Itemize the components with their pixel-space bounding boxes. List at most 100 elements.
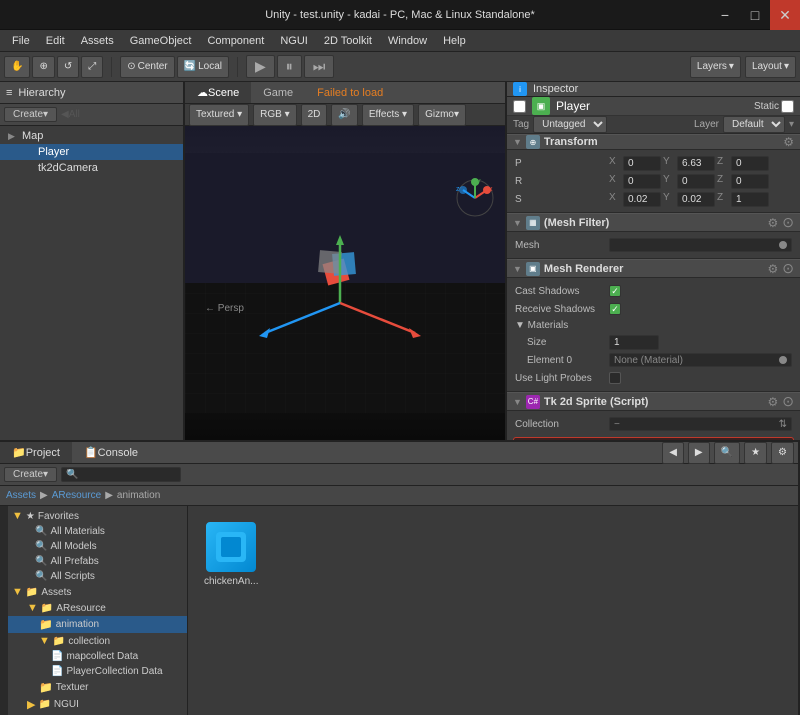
menu-edit[interactable]: Edit bbox=[38, 33, 73, 49]
meshrenderer-header[interactable]: ▼ ▣ Mesh Renderer ⚙ ⊙ bbox=[507, 259, 800, 278]
py-label: Y bbox=[663, 156, 675, 171]
local-icon: 🔄 bbox=[184, 61, 196, 72]
local-button[interactable]: 🔄 Local bbox=[177, 56, 229, 78]
mesh-value-field[interactable] bbox=[609, 238, 792, 252]
menu-ngui[interactable]: NGUI bbox=[272, 33, 316, 49]
project-nav-forward[interactable]: ▶ bbox=[688, 442, 710, 464]
textured-button[interactable]: Textured ▾ bbox=[189, 104, 249, 126]
position-xyz: X Y Z bbox=[609, 156, 792, 171]
gizmos-button[interactable]: Gizmo▾ bbox=[418, 104, 466, 126]
project-star-btn[interactable]: ★ bbox=[744, 442, 767, 464]
py-field[interactable] bbox=[677, 156, 715, 171]
ry-field[interactable] bbox=[677, 174, 715, 189]
scale-tool[interactable]: ⤢ bbox=[81, 56, 103, 78]
sz-field[interactable] bbox=[731, 192, 769, 207]
project-gear-btn[interactable]: ⚙ bbox=[771, 442, 794, 464]
favorites-folder[interactable]: ▼ ★ Favorites bbox=[8, 508, 187, 524]
textuer-folder[interactable]: 📁 Textuer bbox=[8, 679, 187, 696]
minimize-button[interactable]: − bbox=[710, 0, 740, 30]
castshadows-checkbox[interactable]: ✓ bbox=[609, 285, 621, 297]
menu-component[interactable]: Component bbox=[199, 33, 272, 49]
meshfilter-header[interactable]: ▼ ▦ (Mesh Filter) ⚙ ⊙ bbox=[507, 213, 800, 232]
layer-dropdown[interactable]: Default bbox=[723, 116, 785, 133]
element0-field[interactable]: None (Material) bbox=[609, 353, 792, 367]
rotate-tool[interactable]: ↺ bbox=[57, 56, 79, 78]
assets-folder[interactable]: ▼ 📁 Assets bbox=[8, 584, 187, 600]
playercollection-item[interactable]: 📄 PlayerCollection Data bbox=[8, 664, 187, 679]
static-checkbox[interactable] bbox=[781, 100, 794, 113]
vertical-resizer-bar[interactable] bbox=[0, 506, 8, 715]
2d-button[interactable]: 2D bbox=[301, 104, 328, 126]
playercollection-icon: 📄 bbox=[51, 666, 63, 677]
hierarchy-create-button[interactable]: Create▾ bbox=[4, 107, 57, 122]
step-button[interactable]: ⏭ bbox=[304, 55, 335, 78]
collection-folder[interactable]: ▼ 📁 collection bbox=[8, 633, 187, 649]
hierarchy-item-map[interactable]: ▶ Map bbox=[0, 128, 183, 144]
close-button[interactable]: ✕ bbox=[770, 0, 800, 30]
tag-dropdown[interactable]: Untagged bbox=[533, 116, 607, 133]
project-search-btn[interactable]: 🔍 bbox=[714, 442, 740, 464]
hierarchy-item-tk2dcamera[interactable]: tk2dCamera bbox=[0, 160, 183, 176]
layers-dropdown[interactable]: Layers ▾ bbox=[690, 56, 741, 78]
meshrenderer-body: Cast Shadows ✓ Receive Shadows ✓ ▼ Mater… bbox=[507, 278, 800, 392]
breadcrumb-aresource[interactable]: AResource bbox=[52, 490, 101, 501]
pz-field[interactable] bbox=[731, 156, 769, 171]
all-prefabs-item[interactable]: 🔍 All Prefabs bbox=[8, 554, 187, 569]
console-tab[interactable]: 📋 Console bbox=[72, 442, 150, 463]
project-assets: chickenAn... bbox=[188, 506, 798, 715]
effects-button[interactable]: Effects ▾ bbox=[362, 104, 414, 126]
mapcollect-item[interactable]: 📄 mapcollect Data bbox=[8, 649, 187, 664]
scene-tab[interactable]: ☁ Scene bbox=[185, 82, 251, 103]
tk2dsprite-settings-icon[interactable]: ⚙ bbox=[768, 395, 779, 409]
lightprobes-checkbox[interactable] bbox=[609, 372, 621, 384]
meshrenderer-settings-icon[interactable]: ⚙ bbox=[768, 262, 779, 276]
rz-field[interactable] bbox=[731, 174, 769, 189]
project-search-input[interactable] bbox=[61, 467, 181, 482]
transform-body: P X Y Z R X Y bbox=[507, 150, 800, 213]
hierarchy-item-player[interactable]: Player bbox=[0, 144, 183, 160]
breadcrumb-assets[interactable]: Assets bbox=[6, 490, 36, 501]
project-tab[interactable]: 📁 Project bbox=[0, 442, 72, 463]
all-models-item[interactable]: 🔍 All Models bbox=[8, 539, 187, 554]
all-scripts-item[interactable]: 🔍 All Scripts bbox=[8, 569, 187, 584]
transform-icon: ⊕ bbox=[526, 135, 540, 149]
all-materials-item[interactable]: 🔍 All Materials bbox=[8, 524, 187, 539]
game-tab[interactable]: Game bbox=[251, 82, 305, 103]
center-button[interactable]: ⊙ Center bbox=[120, 56, 174, 78]
transform-header[interactable]: ▼ ⊕ Transform ⚙ bbox=[507, 134, 800, 150]
transform-settings-icon[interactable]: ⚙ bbox=[783, 135, 794, 149]
menu-window[interactable]: Window bbox=[380, 33, 435, 49]
aresource-folder[interactable]: ▼ 📁 AResource bbox=[8, 600, 187, 616]
pause-button[interactable]: ⏸ bbox=[277, 55, 302, 78]
hand-tool[interactable]: ✋ bbox=[4, 56, 30, 78]
ngui-folder[interactable]: ▶ 📁 NGUI bbox=[8, 696, 187, 713]
menu-assets[interactable]: Assets bbox=[73, 33, 122, 49]
size-field[interactable] bbox=[609, 335, 659, 350]
chicken-asset[interactable]: chickenAn... bbox=[200, 518, 262, 591]
move-tool[interactable]: ⊕ bbox=[32, 56, 54, 78]
rgb-button[interactable]: RGB ▾ bbox=[253, 104, 296, 126]
object-active-checkbox[interactable] bbox=[513, 100, 526, 113]
scene-toolbar: Textured ▾ RGB ▾ 2D 🔊 Effects ▾ Gizmo▾ bbox=[185, 104, 505, 126]
project-nav-back[interactable]: ◀ bbox=[662, 442, 684, 464]
px-label: X bbox=[609, 156, 621, 171]
menu-gameobject[interactable]: GameObject bbox=[122, 33, 200, 49]
scale-xyz: X Y Z bbox=[609, 192, 792, 207]
tk2dsprite-header[interactable]: ▼ C# Tk 2d Sprite (Script) ⚙ ⊙ bbox=[507, 392, 800, 411]
play-button[interactable]: ▶ bbox=[246, 55, 275, 78]
meshfilter-settings-icon[interactable]: ⚙ bbox=[768, 216, 779, 230]
px-field[interactable] bbox=[623, 156, 661, 171]
animation-folder[interactable]: 📁 animation bbox=[8, 616, 187, 633]
menu-2dtoolkit[interactable]: 2D Toolkit bbox=[316, 33, 380, 49]
receiveshadows-checkbox[interactable]: ✓ bbox=[609, 303, 621, 315]
sy-field[interactable] bbox=[677, 192, 715, 207]
layout-dropdown[interactable]: Layout ▾ bbox=[745, 56, 796, 78]
maximize-button[interactable]: □ bbox=[740, 0, 770, 30]
sx-field[interactable] bbox=[623, 192, 661, 207]
audio-button[interactable]: 🔊 bbox=[331, 104, 357, 126]
menu-file[interactable]: File bbox=[4, 33, 38, 49]
project-create-button[interactable]: Create▾ bbox=[4, 467, 57, 482]
rx-field[interactable] bbox=[623, 174, 661, 189]
collection-field[interactable]: − ⇅ bbox=[609, 417, 792, 431]
menu-help[interactable]: Help bbox=[435, 33, 474, 49]
